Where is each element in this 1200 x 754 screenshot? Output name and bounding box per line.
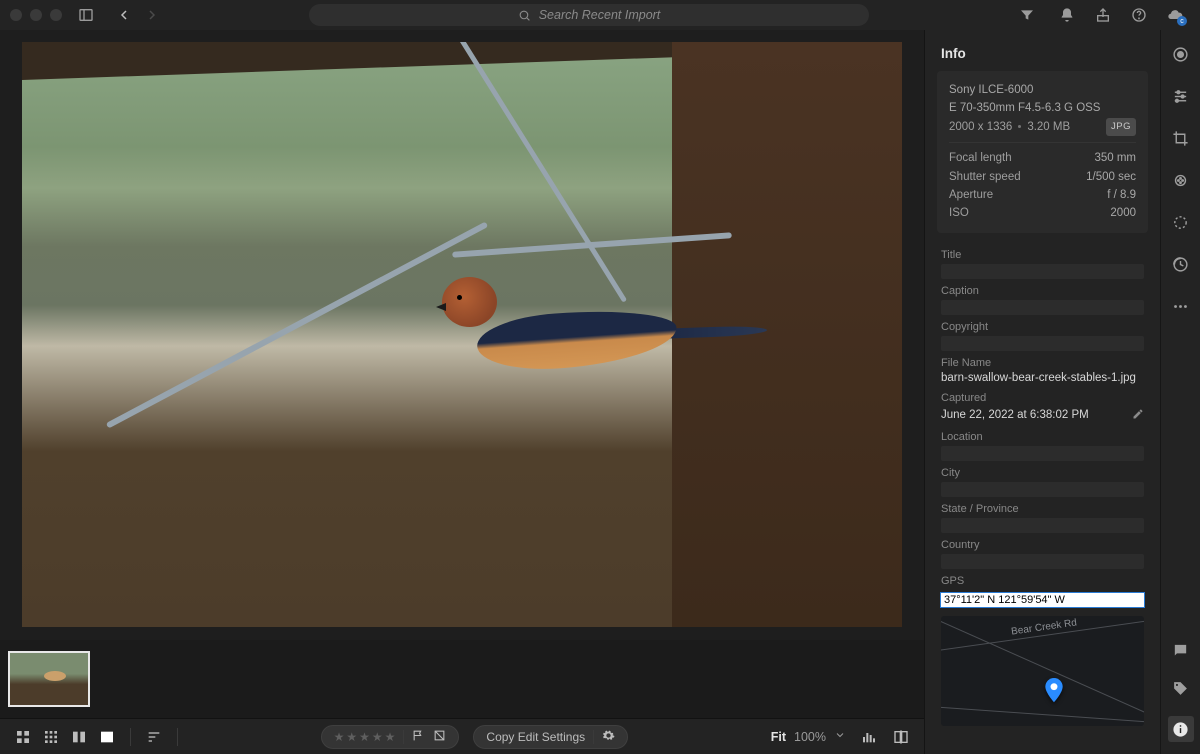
filter-icon[interactable]: [1018, 6, 1036, 24]
histogram-icon[interactable]: [860, 730, 878, 744]
star-icon[interactable]: ★: [372, 730, 383, 744]
info-icon[interactable]: [1168, 716, 1194, 742]
exif-summary: Sony ILCE-6000 E 70-350mm F4.5-6.3 G OSS…: [937, 71, 1148, 233]
titlebar: Search Recent Import c: [0, 0, 1200, 30]
main-photo[interactable]: [22, 42, 902, 627]
country-input[interactable]: [941, 554, 1144, 569]
file-size: 3.20 MB: [1027, 118, 1070, 136]
gear-icon[interactable]: [602, 729, 615, 745]
forward-button[interactable]: [144, 7, 160, 23]
state-input[interactable]: [941, 518, 1144, 533]
star-rating[interactable]: ★ ★ ★ ★ ★: [334, 730, 396, 744]
pencil-icon[interactable]: [1132, 407, 1144, 425]
map-preview[interactable]: Bear Creek Rd: [941, 616, 1144, 726]
copyright-input[interactable]: [941, 336, 1144, 351]
minimize-window[interactable]: [30, 9, 42, 21]
city-input[interactable]: [941, 482, 1144, 497]
caption-input[interactable]: [941, 300, 1144, 315]
flag-pick-icon[interactable]: [412, 729, 425, 745]
star-icon[interactable]: ★: [359, 730, 370, 744]
search-icon: [518, 9, 531, 22]
camera-model: Sony ILCE-6000: [949, 81, 1136, 99]
search-placeholder: Search Recent Import: [539, 8, 661, 22]
gps-input[interactable]: [941, 593, 1144, 607]
aperture-value: f / 8.9: [1107, 186, 1136, 204]
viewer: ★ ★ ★ ★ ★ Copy Edit Settings Fit 100%: [0, 30, 924, 754]
captured-value: June 22, 2022 at 6:38:02 PM: [941, 409, 1126, 423]
rating-pill[interactable]: ★ ★ ★ ★ ★: [321, 725, 460, 749]
flag-reject-icon[interactable]: [433, 729, 446, 745]
star-icon[interactable]: ★: [346, 730, 357, 744]
caption-label: Caption: [941, 285, 1144, 297]
cloud-sync-icon[interactable]: c: [1166, 6, 1184, 24]
edit-icon[interactable]: [1171, 44, 1191, 64]
grid-view-icon[interactable]: [14, 730, 32, 744]
sliders-icon[interactable]: [1171, 86, 1191, 106]
help-icon[interactable]: [1130, 6, 1148, 24]
detail-view-icon[interactable]: [98, 730, 116, 744]
aperture-label: Aperture: [949, 186, 993, 204]
location-input[interactable]: [941, 446, 1144, 461]
small-grid-view-icon[interactable]: [42, 730, 60, 744]
map-pin-icon: [1043, 678, 1065, 709]
info-panel: Info Sony ILCE-6000 E 70-350mm F4.5-6.3 …: [924, 30, 1160, 754]
copyright-label: Copyright: [941, 321, 1144, 333]
mask-icon[interactable]: [1171, 212, 1191, 232]
comments-icon[interactable]: [1171, 640, 1191, 660]
location-label: Location: [941, 431, 1144, 443]
copy-edit-settings-button[interactable]: Copy Edit Settings: [473, 725, 628, 749]
bottom-toolbar: ★ ★ ★ ★ ★ Copy Edit Settings Fit 100%: [0, 718, 924, 754]
filmstrip[interactable]: [0, 640, 924, 718]
thumbnail[interactable]: [8, 651, 90, 707]
image-dimensions: 2000 x 1336: [949, 118, 1012, 136]
star-icon[interactable]: ★: [334, 730, 345, 744]
gps-label: GPS: [941, 575, 1144, 587]
copy-edit-settings-label: Copy Edit Settings: [486, 730, 585, 744]
focal-length-label: Focal length: [949, 149, 1012, 167]
city-label: City: [941, 467, 1144, 479]
healing-icon[interactable]: [1171, 170, 1191, 190]
shutter-value: 1/500 sec: [1086, 168, 1136, 186]
crop-icon[interactable]: [1171, 128, 1191, 148]
iso-value: 2000: [1110, 204, 1136, 222]
captured-label: Captured: [941, 392, 1144, 404]
zoom-percent: 100%: [794, 730, 826, 744]
more-icon[interactable]: [1171, 296, 1191, 316]
zoom-fit-label: Fit: [771, 730, 786, 744]
lens-model: E 70-350mm F4.5-6.3 G OSS: [949, 99, 1136, 117]
zoom-control[interactable]: Fit 100%: [771, 729, 846, 744]
nav-arrows: [116, 7, 160, 23]
keywords-icon[interactable]: [1171, 678, 1191, 698]
chevron-down-icon: [834, 729, 846, 744]
compare-view-icon[interactable]: [70, 730, 88, 744]
title-input[interactable]: [941, 264, 1144, 279]
original-view-icon[interactable]: [892, 730, 910, 744]
versions-icon[interactable]: [1171, 254, 1191, 274]
share-icon[interactable]: [1094, 6, 1112, 24]
notifications-icon[interactable]: [1058, 6, 1076, 24]
title-label: Title: [941, 249, 1144, 261]
toggle-sidebar-icon[interactable]: [76, 5, 96, 25]
country-label: Country: [941, 539, 1144, 551]
sort-icon[interactable]: [145, 730, 163, 744]
state-label: State / Province: [941, 503, 1144, 515]
shutter-label: Shutter speed: [949, 168, 1021, 186]
filename-label: File Name: [941, 357, 1144, 369]
iso-label: ISO: [949, 204, 969, 222]
focal-length-value: 350 mm: [1094, 149, 1136, 167]
close-window[interactable]: [10, 9, 22, 21]
search-input[interactable]: Search Recent Import: [309, 4, 869, 26]
window-controls: [10, 9, 62, 21]
back-button[interactable]: [116, 7, 132, 23]
filename-value: barn-swallow-bear-creek-stables-1.jpg: [941, 372, 1144, 386]
info-panel-title: Info: [925, 30, 1160, 71]
zoom-window[interactable]: [50, 9, 62, 21]
star-icon[interactable]: ★: [385, 730, 396, 744]
tool-strip: [1160, 30, 1200, 754]
format-badge: JPG: [1106, 118, 1136, 135]
